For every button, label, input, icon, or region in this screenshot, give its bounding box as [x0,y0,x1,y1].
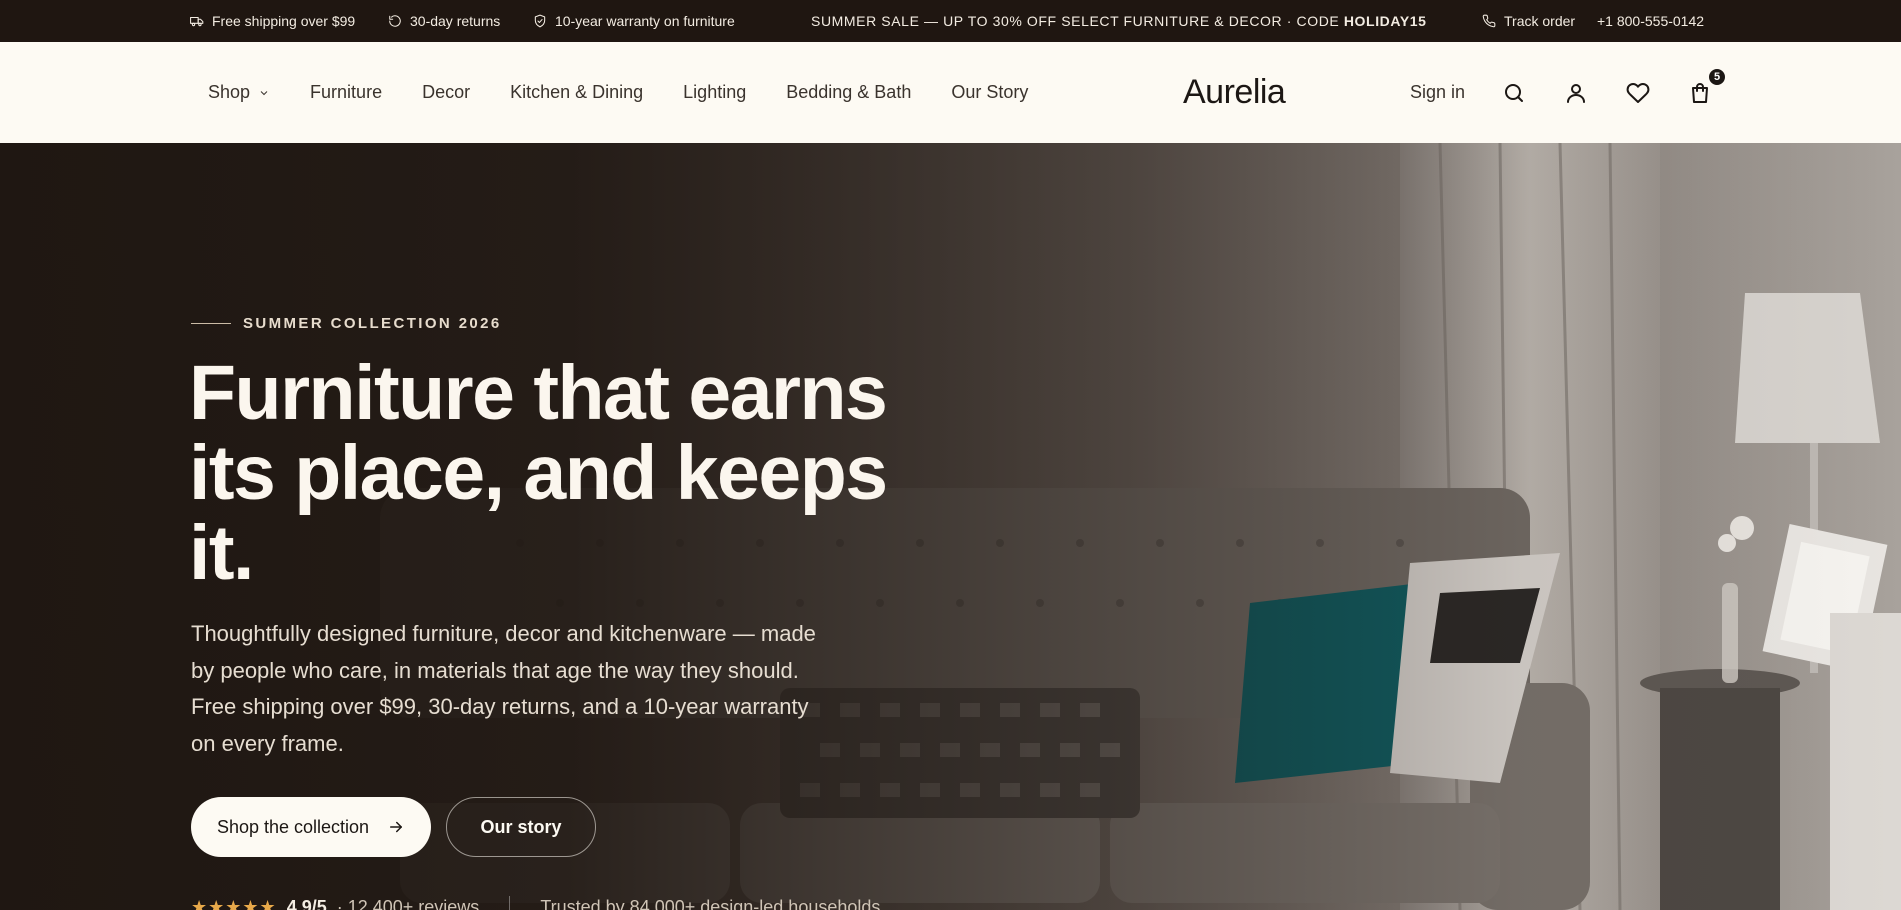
announcement-bar: Free shipping over $99 30-day returns 10… [0,0,1901,42]
nav-item-furniture[interactable]: Furniture [310,82,382,103]
review-count: · 12,400+ reviews [336,896,480,910]
returns-note: 30-day returns [388,0,500,42]
chevron-down-icon [260,90,268,95]
search-button[interactable] [1501,80,1527,106]
shop-collection-button[interactable]: Shop the collection [191,797,431,857]
shop-collection-label: Shop the collection [216,816,370,837]
heart-icon [1626,82,1650,103]
site-logo[interactable]: Aurelia [1183,42,1286,143]
hero-section: SUMMER COLLECTION 2026 Furniture that ea… [0,143,1901,910]
nav-item-bedding-bath[interactable]: Bedding & Bath [786,82,911,103]
site-header: Shop Furniture Decor Kitchen & Dining Li… [0,42,1901,143]
nav-item-lighting[interactable]: Lighting [683,82,746,103]
truck-icon [190,16,204,27]
free-shipping-label: Free shipping over $99 [212,13,356,29]
trust-divider [509,896,511,910]
warranty-label: 10-year warranty on furniture [555,13,735,29]
cart-count-badge: 5 [1707,66,1727,87]
track-order-label: Track order [1504,13,1576,29]
nav-item-label: Furniture [310,82,383,102]
nav-item-label: Shop [208,82,251,102]
warranty-note: 10-year warranty on furniture [533,0,735,42]
nav-item-label: Decor [422,82,471,102]
sale-code: HOLIDAY15 [1343,13,1427,29]
user-icon [1567,83,1585,103]
track-order-link[interactable]: Track order [1482,0,1575,42]
hero-eyebrow: SUMMER COLLECTION 2026 [191,315,502,332]
rating-value: 4.9/5 [286,896,327,910]
nav-item-label: Bedding & Bath [786,82,912,102]
eyebrow-rule [191,323,231,324]
returns-label: 30-day returns [410,13,501,29]
sale-text: SUMMER SALE — UP TO 30% OFF SELECT FURNI… [811,13,1344,29]
phone-number[interactable]: +1 800-555-0142 [1597,0,1704,42]
nav-item-label: Lighting [683,82,747,102]
free-shipping-note: Free shipping over $99 [190,0,355,42]
trusted-households: Trusted by 84,000+ design-led households [540,896,881,910]
sign-in-link[interactable]: Sign in [1410,82,1465,103]
trust-row: ★★★★★ 4.9/5 · 12,400+ reviews Trusted by… [191,896,880,910]
phone-icon [1482,14,1496,28]
nav-item-label: Kitchen & Dining [510,82,644,102]
nav-item-our-story[interactable]: Our Story [951,82,1028,103]
main-nav: Shop Furniture Decor Kitchen & Dining Li… [208,42,1028,143]
hero-headline: Furniture that earns its place, and keep… [189,350,888,596]
our-story-button[interactable]: Our story [446,797,596,857]
header-actions: Sign in 5 [1410,42,1727,143]
nav-item-decor[interactable]: Decor [422,82,470,103]
rating-stars: ★★★★★ [191,896,277,910]
shopping-bag-icon [1692,82,1708,103]
nav-item-shop[interactable]: Shop [208,82,270,103]
arrow-right-icon [390,821,403,833]
nav-item-label: Our Story [951,82,1029,102]
returns-icon [389,15,401,27]
eyebrow-text: SUMMER COLLECTION 2026 [243,315,502,332]
cart-button[interactable]: 5 [1687,66,1727,106]
hero-subtext: Thoughtfully designed furniture, decor a… [191,621,816,756]
account-button[interactable] [1563,80,1589,106]
search-icon [1505,83,1523,102]
phone-number-label: +1 800-555-0142 [1597,13,1705,29]
shield-icon [534,14,546,28]
nav-item-kitchen-dining[interactable]: Kitchen & Dining [510,82,643,103]
wishlist-button[interactable] [1625,80,1651,106]
sale-banner: SUMMER SALE — UP TO 30% OFF SELECT FURNI… [811,0,1427,42]
